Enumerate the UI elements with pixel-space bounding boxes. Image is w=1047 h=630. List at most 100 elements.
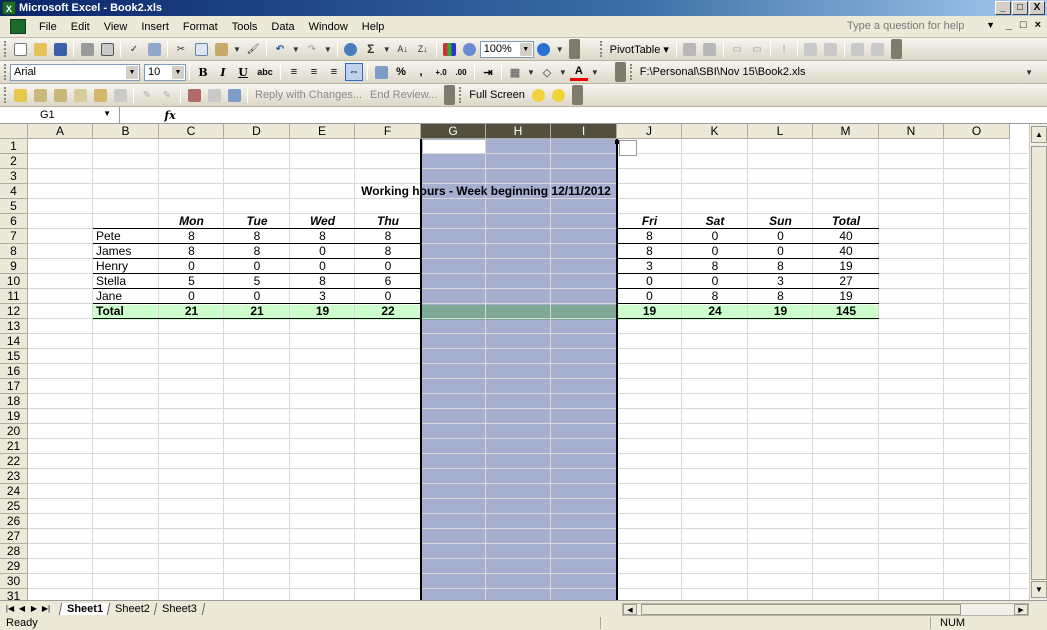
row-header-2[interactable]: 2 [0,154,28,169]
menu-tools[interactable]: Tools [225,21,265,33]
total-value[interactable]: 19 [290,304,355,319]
scroll-up-icon[interactable]: ▲ [1031,126,1047,143]
chevron-down-icon[interactable]: ▼ [519,42,532,56]
hours-cell[interactable]: 0 [748,244,813,259]
font-combo[interactable]: Arial ▼ [10,63,140,81]
person-name[interactable]: Jane [96,289,159,304]
smiley-icon[interactable] [551,87,567,103]
insert-function-icon[interactable]: fx [160,109,180,122]
chart-wizard-icon[interactable] [442,41,458,57]
cut-icon[interactable]: ✂ [173,41,189,57]
column-header-j[interactable]: J [617,124,682,139]
increase-decimal-icon[interactable]: +.0 [432,63,450,81]
show-all-comments-icon[interactable] [92,87,108,103]
decrease-decimal-icon[interactable]: .00 [452,63,470,81]
sort-descending-icon[interactable]: Z↓ [415,41,431,57]
clear-ink-icon[interactable]: ✎ [159,87,175,103]
always-display-icon[interactable] [823,41,839,57]
help-icon[interactable] [536,41,552,57]
hours-cell[interactable]: 3 [748,274,813,289]
sort-ascending-icon[interactable]: A↓ [395,41,411,57]
person-name[interactable]: Pete [96,229,159,244]
chevron-down-icon[interactable]: ▼ [591,68,599,77]
menu-insert[interactable]: Insert [134,21,176,33]
paste-icon[interactable] [213,41,229,57]
hours-cell[interactable]: 8 [159,244,224,259]
hours-cell[interactable]: 5 [224,274,290,289]
format-painter-icon[interactable]: 🖌 [245,41,261,57]
day-header[interactable]: Tue [224,214,290,229]
row-header-12[interactable]: 12 [0,304,28,319]
doc-restore-button[interactable]: □ [1020,19,1027,31]
row-header-9[interactable]: 9 [0,259,28,274]
hours-cell[interactable]: 0 [682,229,748,244]
hours-cell[interactable]: 19 [813,259,879,274]
menu-view[interactable]: View [97,21,135,33]
row-header-6[interactable]: 6 [0,214,28,229]
row-header-3[interactable]: 3 [0,169,28,184]
paste-options-icon[interactable] [619,140,637,156]
day-header[interactable]: Thu [355,214,421,229]
borders-icon[interactable]: ▦ [506,63,524,81]
toolbar-grip[interactable] [4,64,7,80]
undo-icon[interactable]: ↶ [272,41,288,57]
first-sheet-icon[interactable]: |◀ [4,604,16,613]
chevron-down-icon[interactable]: ▼ [292,45,300,54]
hours-cell[interactable]: 0 [355,259,421,274]
field-settings-icon[interactable] [850,41,866,57]
worksheet-grid[interactable]: A B C D E F G H I J K L M N O 1 2 3 4 5 6 7 8 9 10 11 12 13 14 15 16 17… [0,124,1047,600]
hours-cell[interactable]: 3 [617,259,682,274]
row-header-23[interactable]: 23 [0,469,28,484]
copy-icon[interactable] [193,41,209,57]
name-box[interactable]: G1 ▼ [0,107,120,123]
day-header[interactable]: Sat [682,214,748,229]
hide-comments-icon[interactable] [112,87,128,103]
hours-cell[interactable]: 8 [159,229,224,244]
hours-cell[interactable]: 0 [224,289,290,304]
fill-color-icon[interactable]: ◇ [538,63,556,81]
doc-minimize-button[interactable]: _ [1006,19,1012,31]
research-icon[interactable] [146,41,162,57]
hours-cell[interactable]: 0 [290,259,355,274]
toolbar-grip[interactable] [4,41,7,57]
row-header-10[interactable]: 10 [0,274,28,289]
hours-cell[interactable]: 0 [355,289,421,304]
column-header-m[interactable]: M [813,124,879,139]
sheet-tab-sheet1[interactable]: Sheet1 [58,602,112,615]
excel-app-icon[interactable]: X [2,1,16,15]
column-header-f[interactable]: F [355,124,421,139]
person-name[interactable]: Stella [96,274,159,289]
row-header-16[interactable]: 16 [0,364,28,379]
column-header-l[interactable]: L [748,124,813,139]
column-header-h[interactable]: H [486,124,551,139]
workbook-icon[interactable] [10,19,26,34]
scroll-thumb[interactable] [641,604,961,615]
column-header-b[interactable]: B [93,124,159,139]
scroll-down-icon[interactable]: ▼ [1031,581,1047,598]
restore-button[interactable]: □ [1012,1,1028,15]
align-right-icon[interactable]: ≡ [325,63,343,81]
column-header-d[interactable]: D [224,124,290,139]
font-color-icon[interactable]: A [569,63,588,81]
new-comment-icon[interactable] [12,87,28,103]
chevron-down-icon[interactable]: ▼ [324,45,332,54]
row-header-1[interactable]: 1 [0,139,28,154]
reply-with-changes-button[interactable]: Reply with Changes... [251,89,366,101]
hours-cell[interactable]: 6 [355,274,421,289]
hours-cell[interactable]: 0 [159,259,224,274]
row-header-17[interactable]: 17 [0,379,28,394]
comma-style-button[interactable]: , [412,63,430,81]
align-center-icon[interactable]: ≡ [305,63,323,81]
open-icon[interactable] [32,41,48,57]
row-header-24[interactable]: 24 [0,484,28,499]
row-header-21[interactable]: 21 [0,439,28,454]
italic-button[interactable]: I [214,63,232,81]
full-screen-button[interactable]: Full Screen [465,89,529,101]
ask-question-input[interactable]: Type a question for help [847,20,977,35]
update-file-icon[interactable] [206,87,222,103]
smiley-icon[interactable] [531,87,547,103]
row-header-31[interactable]: 31 [0,589,28,600]
close-button[interactable]: X [1029,1,1045,15]
chevron-down-icon[interactable]: ▼ [986,20,995,30]
merge-center-icon[interactable]: ⇔ [345,63,363,81]
